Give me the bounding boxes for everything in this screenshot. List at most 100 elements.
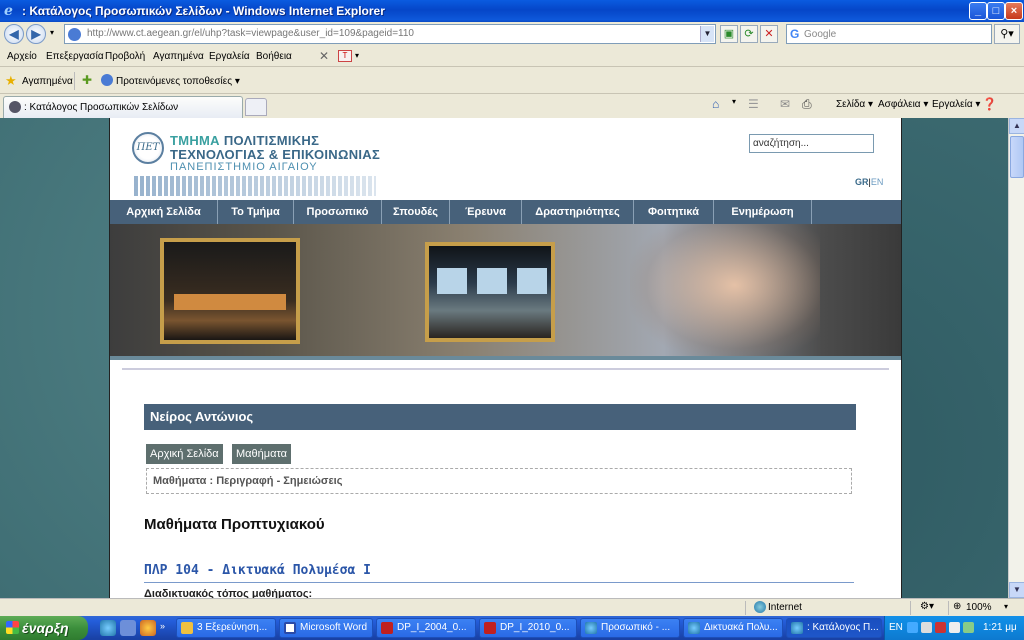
status-divider <box>745 601 746 615</box>
maximize-button[interactable]: □ <box>987 2 1005 20</box>
zoom-level[interactable]: 100% <box>966 602 992 613</box>
help-icon[interactable]: ❓ <box>982 97 997 111</box>
minimize-button[interactable]: _ <box>969 2 987 20</box>
task-label: Microsoft Word <box>300 622 368 633</box>
favorites-bar: ★ Αγαπημένα ✚ Προτεινόμενες τοποθεσίες ▾ <box>0 68 1024 94</box>
mail-icon[interactable]: ✉ <box>780 97 790 111</box>
page-menu[interactable]: Σελίδα ▾ <box>836 99 873 110</box>
google-icon: G <box>790 27 800 41</box>
status-bar: Internet ⚙▾ ⊕ 100% ▾ <box>0 598 1024 616</box>
nav-students[interactable]: Φοιτητικά <box>634 200 714 224</box>
taskbar-item-pdf-2010[interactable]: DP_I_2010_0... <box>479 618 577 638</box>
translate-icon[interactable]: T <box>338 50 352 62</box>
print-icon[interactable]: ⎙ <box>802 97 812 112</box>
security-zone: Internet <box>768 602 802 613</box>
windows-flag-icon <box>6 621 19 634</box>
site-search-input[interactable] <box>749 134 874 153</box>
nav-news[interactable]: Ενημέρωση <box>714 200 812 224</box>
course-title-link[interactable]: ΠΛΡ 104 - Δικτυακά Πολυμέσα Ι <box>144 563 371 578</box>
task-label: DP_I_2004_0... <box>397 622 467 633</box>
security-tray-icon[interactable] <box>935 622 946 633</box>
favorites-button-label[interactable]: Αγαπημένα <box>22 76 73 87</box>
lang-en-link[interactable]: EN <box>871 177 884 187</box>
screen-shape <box>477 268 507 294</box>
nav-home[interactable]: Αρχική Σελίδα <box>110 200 218 224</box>
forward-button[interactable]: ▶ <box>26 24 46 44</box>
menu-tools[interactable]: Εργαλεία <box>209 51 250 62</box>
menu-view[interactable]: Προβολή <box>105 51 145 62</box>
protected-mode-icon[interactable]: ⚙▾ <box>920 601 934 612</box>
history-dropdown-icon[interactable]: ▾ <box>50 28 54 37</box>
menu-edit[interactable]: Επεξεργασία <box>46 51 104 62</box>
personal-home-button[interactable]: Αρχική Σελίδα <box>146 444 223 464</box>
nav-studies[interactable]: Σπουδές <box>382 200 450 224</box>
tools-menu[interactable]: Εργαλεία ▾ <box>932 99 980 110</box>
lang-gr-link[interactable]: GR <box>855 177 869 187</box>
close-toolbar-icon[interactable]: ✕ <box>319 49 329 63</box>
pdf-icon <box>381 622 393 634</box>
device-tray-icon[interactable] <box>963 622 974 633</box>
taskbar-item-ie-staff[interactable]: Προσωπικό - ... <box>580 618 680 638</box>
home-icon[interactable]: ⌂ <box>712 97 719 111</box>
add-favorite-icon[interactable]: ✚ <box>82 73 92 87</box>
new-tab-button[interactable] <box>245 98 267 116</box>
start-button[interactable]: έναρξη <box>0 616 88 640</box>
stop-icon: ✕ <box>764 28 774 40</box>
network-tray-icon[interactable] <box>921 622 932 633</box>
ie-quicklaunch-icon[interactable] <box>100 620 116 636</box>
search-box[interactable]: G Google <box>786 24 992 44</box>
help-tray-icon[interactable] <box>907 622 918 633</box>
scroll-thumb[interactable] <box>1010 136 1024 178</box>
home-dropdown-icon[interactable]: ▾ <box>732 97 736 106</box>
menu-help[interactable]: Βοήθεια <box>256 51 292 62</box>
nav-research[interactable]: Έρευνα <box>450 200 522 224</box>
scroll-down-icon[interactable]: ▼ <box>1009 582 1024 598</box>
task-label: Δικτυακά Πολυ... <box>704 622 778 633</box>
address-dropdown-icon[interactable]: ▼ <box>700 26 714 42</box>
logo-line-3[interactable]: ΠΑΝΕΠΙΣΤΗΜΙΟ ΑΙΓΑΙΟΥ <box>170 161 318 173</box>
address-url: http://www.ct.aegean.gr/el/uhp?task=view… <box>87 28 414 39</box>
department-logo-icon[interactable]: ΠΕΤ <box>132 132 164 164</box>
logo-line-1[interactable]: ΤΜΗΜΑ ΠΟΛΙΤΙΣΜΙΚΗΣ <box>170 133 319 148</box>
nav-department[interactable]: Το Τμήμα <box>218 200 294 224</box>
zoom-dropdown-icon[interactable]: ▾ <box>1004 602 1008 611</box>
menu-favorites[interactable]: Αγαπημένα <box>153 51 204 62</box>
nav-activities[interactable]: Δραστηριότητες <box>522 200 634 224</box>
feeds-icon[interactable]: ☰ <box>748 97 759 111</box>
hand-image <box>630 224 820 360</box>
quicklaunch-more-icon[interactable]: » <box>160 621 165 631</box>
taskbar-item-pdf-2004[interactable]: DP_I_2004_0... <box>376 618 476 638</box>
taskbar-item-explorer[interactable]: 3 Εξερεύνηση... <box>176 618 276 638</box>
safety-menu[interactable]: Ασφάλεια ▾ <box>878 99 928 110</box>
taskbar-item-word[interactable]: Microsoft Word <box>279 618 373 638</box>
logo-pixel-pattern <box>134 176 376 196</box>
taskbar-item-ie-catalog[interactable]: : Κατάλογος Π... <box>786 618 882 638</box>
suggested-sites-link[interactable]: Προτεινόμενες τοποθεσίες ▾ <box>116 76 240 87</box>
firefox-quicklaunch-icon[interactable] <box>140 620 156 636</box>
stop-button[interactable]: ✕ <box>760 25 778 43</box>
scroll-up-icon[interactable]: ▲ <box>1009 118 1024 134</box>
vertical-scrollbar[interactable]: ▲ ▼ <box>1008 118 1024 598</box>
theatre-photo <box>160 238 300 344</box>
volume-tray-icon[interactable] <box>949 622 960 633</box>
courses-button[interactable]: Μαθήματα <box>232 444 292 464</box>
search-button[interactable]: ⚲▾ <box>994 24 1020 44</box>
taskbar-item-ie-course[interactable]: Δικτυακά Πολυ... <box>683 618 783 638</box>
ie-icon <box>688 622 700 634</box>
close-button[interactable]: × <box>1005 2 1023 20</box>
logo-line-2[interactable]: ΤΕΧΝΟΛΟΓΙΑΣ & ΕΠΙΚΟΙΝΩΝΙΑΣ <box>170 147 380 162</box>
favorites-star-icon[interactable]: ★ <box>5 73 17 89</box>
course-site-label: Διαδικτυακός τόπος μαθήματος: <box>144 588 313 598</box>
language-indicator[interactable]: EN <box>889 622 903 633</box>
back-button[interactable]: ◀ <box>4 24 24 44</box>
address-bar[interactable]: http://www.ct.aegean.gr/el/uhp?task=view… <box>64 24 716 44</box>
task-label: Προσωπικό - ... <box>601 622 671 633</box>
menu-file[interactable]: Αρχείο <box>7 51 37 62</box>
tab-active[interactable]: : Κατάλογος Προσωπικών Σελίδων <box>3 96 243 118</box>
zoom-icon[interactable]: ⊕ <box>953 601 961 612</box>
nav-staff[interactable]: Προσωπικό <box>294 200 382 224</box>
translate-dropdown-icon[interactable]: ▾ <box>355 51 359 60</box>
compatibility-view-button[interactable]: ▣ <box>720 25 738 43</box>
show-desktop-icon[interactable] <box>120 620 136 636</box>
refresh-button[interactable]: ⟳ <box>740 25 758 43</box>
